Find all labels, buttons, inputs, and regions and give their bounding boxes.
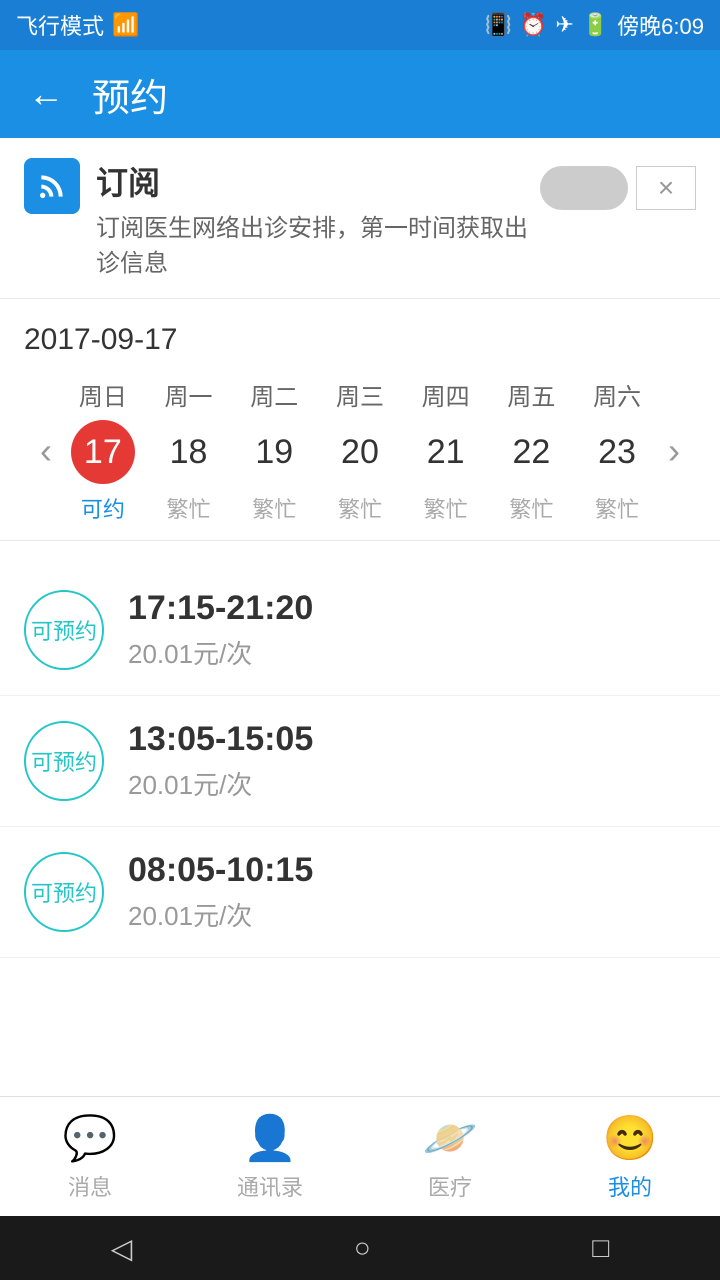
tab-label-1: 通讯录 bbox=[237, 1170, 303, 1202]
day-number-3[interactable]: 20 bbox=[328, 420, 392, 484]
tab-label-0: 消息 bbox=[68, 1170, 112, 1202]
rss-icon bbox=[24, 158, 80, 214]
slot-badge-2: 可预约 bbox=[24, 852, 104, 932]
status-right: 📳 ⏰ ✈ 🔋 傍晚6:09 bbox=[485, 9, 704, 41]
day-number-0[interactable]: 17 bbox=[71, 420, 135, 484]
day-number-2[interactable]: 19 bbox=[242, 420, 306, 484]
calendar-divider bbox=[0, 540, 720, 541]
android-nav: ◁ ○ □ bbox=[0, 1216, 720, 1280]
subscribe-text: 订阅 订阅医生网络出诊安排，第一时间获取出诊信息 bbox=[96, 158, 540, 278]
day-name-3: 周三 bbox=[336, 377, 384, 412]
android-recent-button[interactable]: □ bbox=[592, 1232, 609, 1264]
day-name-0: 周日 bbox=[79, 377, 127, 412]
page-title: 预约 bbox=[92, 67, 168, 122]
slot-time-2: 08:05-10:15 bbox=[128, 851, 313, 890]
day-number-1[interactable]: 18 bbox=[157, 420, 221, 484]
battery-icon: 🔋 bbox=[582, 12, 609, 38]
day-col-6[interactable]: 周六 23 繁忙 bbox=[581, 377, 653, 524]
status-left: 飞行模式 📶 bbox=[16, 9, 139, 41]
slot-badge-0: 可预约 bbox=[24, 590, 104, 670]
date-title: 2017-09-17 bbox=[24, 323, 696, 357]
day-number-5[interactable]: 22 bbox=[499, 420, 563, 484]
signal-icon: 📶 bbox=[112, 12, 139, 38]
week-nav: ‹ 周日17可约周一18繁忙周二19繁忙周三20繁忙周四21繁忙周五22繁忙周六… bbox=[24, 377, 696, 524]
day-col-4[interactable]: 周四 21 繁忙 bbox=[410, 377, 482, 524]
time-slot-item-0[interactable]: 可预约 17:15-21:20 20.01元/次 bbox=[0, 565, 720, 696]
tab-label-3: 我的 bbox=[608, 1170, 652, 1202]
day-col-5[interactable]: 周五 22 繁忙 bbox=[495, 377, 567, 524]
prev-week-button[interactable]: ‹ bbox=[32, 422, 60, 480]
day-name-4: 周四 bbox=[422, 377, 470, 412]
day-col-3[interactable]: 周三 20 繁忙 bbox=[324, 377, 396, 524]
slot-badge-1: 可预约 bbox=[24, 721, 104, 801]
week-days: 周日 17 可约 周一 18 繁忙 周二 19 繁忙 周三 20 繁忙 周四 21 繁忙 周五 22 繁忙 周六 23… bbox=[60, 377, 660, 524]
subscribe-toggle: × bbox=[540, 166, 696, 210]
subscribe-close-button[interactable]: × bbox=[636, 166, 696, 210]
status-bar: 飞行模式 📶 📳 ⏰ ✈ 🔋 傍晚6:09 bbox=[0, 0, 720, 50]
day-name-5: 周五 bbox=[507, 377, 555, 412]
slot-time-0: 17:15-21:20 bbox=[128, 589, 313, 628]
tab-item-0[interactable]: 💬 消息 bbox=[30, 1112, 150, 1202]
slot-time-1: 13:05-15:05 bbox=[128, 720, 313, 759]
slot-price-1: 20.01元/次 bbox=[128, 765, 313, 802]
alarm-icon: ⏰ bbox=[520, 12, 547, 38]
day-col-2[interactable]: 周二 19 繁忙 bbox=[238, 377, 310, 524]
time-slot-item-2[interactable]: 可预约 08:05-10:15 20.01元/次 bbox=[0, 827, 720, 958]
airplane-icon: ✈ bbox=[555, 12, 573, 38]
tab-label-2: 医疗 bbox=[428, 1170, 472, 1202]
main-content: 订阅 订阅医生网络出诊安排，第一时间获取出诊信息 × 2017-09-17 ‹ … bbox=[0, 138, 720, 1096]
subscribe-title: 订阅 bbox=[96, 158, 540, 204]
next-week-button[interactable]: › bbox=[660, 422, 688, 480]
subscribe-description: 订阅医生网络出诊安排，第一时间获取出诊信息 bbox=[96, 208, 540, 278]
day-status-2: 繁忙 bbox=[252, 492, 296, 524]
slot-price-0: 20.01元/次 bbox=[128, 634, 313, 671]
tab-item-3[interactable]: 😊 我的 bbox=[570, 1112, 690, 1202]
tab-icon-3: 😊 bbox=[603, 1112, 658, 1164]
slot-info-2: 08:05-10:15 20.01元/次 bbox=[128, 851, 313, 933]
day-col-1[interactable]: 周一 18 繁忙 bbox=[153, 377, 225, 524]
tab-bar: 💬 消息 👤 通讯录 🪐 医疗 😊 我的 bbox=[0, 1096, 720, 1216]
day-name-6: 周六 bbox=[593, 377, 641, 412]
subscribe-left: 订阅 订阅医生网络出诊安排，第一时间获取出诊信息 bbox=[24, 158, 540, 278]
subscribe-section: 订阅 订阅医生网络出诊安排，第一时间获取出诊信息 × bbox=[0, 138, 720, 299]
back-button[interactable]: ← bbox=[20, 65, 72, 123]
nav-bar: ← 预约 bbox=[0, 50, 720, 138]
day-col-0[interactable]: 周日 17 可约 bbox=[67, 377, 139, 524]
day-name-1: 周一 bbox=[165, 377, 213, 412]
day-status-6: 繁忙 bbox=[595, 492, 639, 524]
day-number-4[interactable]: 21 bbox=[414, 420, 478, 484]
day-status-4: 繁忙 bbox=[424, 492, 468, 524]
time-display: 傍晚6:09 bbox=[617, 9, 704, 41]
tab-item-2[interactable]: 🪐 医疗 bbox=[390, 1112, 510, 1202]
date-section: 2017-09-17 ‹ 周日 17 可约 周一 18 繁忙 周二 19 繁忙 周三 20 繁忙 周四 2… bbox=[0, 299, 720, 524]
time-slot-item-1[interactable]: 可预约 13:05-15:05 20.01元/次 bbox=[0, 696, 720, 827]
android-home-button[interactable]: ○ bbox=[354, 1232, 371, 1264]
day-status-0: 可约 bbox=[81, 492, 125, 524]
slot-info-1: 13:05-15:05 20.01元/次 bbox=[128, 720, 313, 802]
day-number-6[interactable]: 23 bbox=[585, 420, 649, 484]
time-slots: 可预约17:15-21:2020.01元/次可预约13:05-15:0520.0… bbox=[0, 557, 720, 966]
subscribe-toggle-track[interactable] bbox=[540, 166, 628, 210]
day-status-1: 繁忙 bbox=[167, 492, 211, 524]
day-name-2: 周二 bbox=[250, 377, 298, 412]
day-status-3: 繁忙 bbox=[338, 492, 382, 524]
tab-item-1[interactable]: 👤 通讯录 bbox=[210, 1112, 330, 1202]
tab-icon-0: 💬 bbox=[63, 1112, 118, 1164]
tab-icon-2: 🪐 bbox=[423, 1112, 478, 1164]
day-status-5: 繁忙 bbox=[509, 492, 553, 524]
tab-icon-1: 👤 bbox=[243, 1112, 298, 1164]
android-back-button[interactable]: ◁ bbox=[111, 1232, 133, 1265]
vibrate-icon: 📳 bbox=[485, 12, 512, 38]
slot-price-2: 20.01元/次 bbox=[128, 896, 313, 933]
flight-mode-label: 飞行模式 bbox=[16, 9, 104, 41]
slot-info-0: 17:15-21:20 20.01元/次 bbox=[128, 589, 313, 671]
